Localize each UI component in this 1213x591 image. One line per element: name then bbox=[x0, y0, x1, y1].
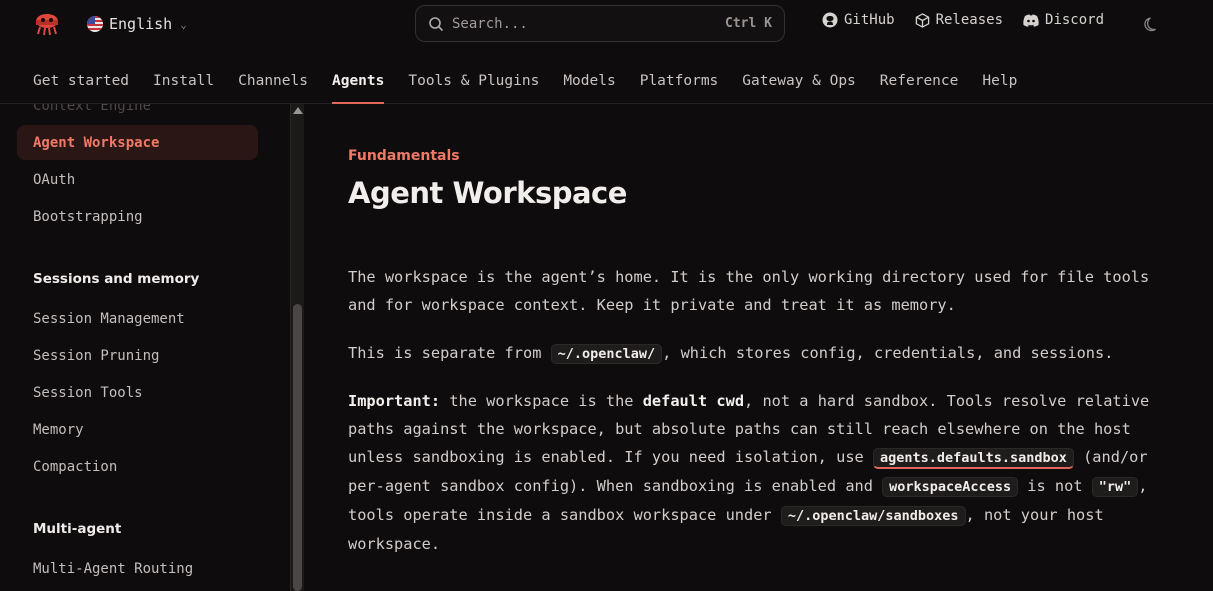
releases-link[interactable]: Releases bbox=[915, 12, 1003, 28]
sidebar-item-compaction[interactable]: Compaction bbox=[17, 449, 258, 484]
sidebar-item-context-engine[interactable]: Context Engine bbox=[17, 104, 258, 116]
tab-platforms[interactable]: Platforms bbox=[640, 58, 719, 104]
important-label: Important: bbox=[348, 392, 441, 410]
tab-install[interactable]: Install bbox=[153, 58, 214, 104]
sidebar-item-session-pruning[interactable]: Session Pruning bbox=[17, 338, 258, 373]
sidebar-item-memory[interactable]: Memory bbox=[17, 412, 258, 447]
scroll-up-arrow-icon[interactable] bbox=[293, 107, 303, 114]
tab-tools-plugins[interactable]: Tools & Plugins bbox=[408, 58, 539, 104]
releases-label: Releases bbox=[935, 12, 1004, 28]
section-tabs: Get started Install Channels Agents Tool… bbox=[33, 58, 1041, 104]
tab-channels[interactable]: Channels bbox=[238, 58, 308, 104]
search-shortcut: Ctrl K bbox=[725, 16, 772, 31]
tab-reference[interactable]: Reference bbox=[880, 58, 959, 104]
tab-help[interactable]: Help bbox=[982, 58, 1017, 104]
workspace-access-code: workspaceAccess bbox=[882, 477, 1019, 497]
sidebar-item-session-management[interactable]: Session Management bbox=[17, 301, 258, 336]
chevron-down-icon: ⌄ bbox=[180, 17, 187, 31]
search-icon bbox=[429, 16, 444, 31]
sidebar-group-sessions-memory: Sessions and memory bbox=[33, 271, 200, 287]
sidebar-item-oauth[interactable]: OAuth bbox=[17, 162, 258, 197]
tab-gateway-ops[interactable]: Gateway & Ops bbox=[742, 58, 856, 104]
default-cwd-bold: default cwd bbox=[642, 392, 745, 410]
sandboxes-dir-code: ~/.openclaw/sandboxes bbox=[780, 506, 966, 526]
sidebar: Context Engine Agent Workspace OAuth Boo… bbox=[0, 104, 290, 591]
sidebar-item-session-tools[interactable]: Session Tools bbox=[17, 375, 258, 410]
scrollbar-thumb[interactable] bbox=[293, 304, 302, 591]
discord-label: Discord bbox=[1045, 12, 1105, 28]
github-label: GitHub bbox=[844, 12, 895, 28]
search-box[interactable]: Search... Ctrl K bbox=[415, 5, 785, 42]
tab-get-started[interactable]: Get started bbox=[33, 58, 129, 104]
rw-code: "rw" bbox=[1091, 477, 1139, 497]
sandbox-config-link[interactable]: agents.defaults.sandbox bbox=[872, 448, 1074, 469]
sidebar-group-multi-agent: Multi-agent bbox=[33, 521, 122, 537]
moon-icon[interactable] bbox=[1143, 16, 1159, 32]
tab-agents[interactable]: Agents bbox=[331, 58, 385, 104]
sidebar-item-multi-agent-routing[interactable]: Multi-Agent Routing bbox=[17, 551, 258, 586]
tab-models[interactable]: Models bbox=[563, 58, 615, 104]
us-flag-icon bbox=[87, 16, 103, 32]
page-title: Agent Workspace bbox=[348, 176, 627, 210]
discord-link[interactable]: Discord bbox=[1023, 12, 1104, 28]
p2-text-before: This is separate from bbox=[348, 344, 551, 362]
search-placeholder: Search... bbox=[452, 15, 528, 32]
separate-paragraph: This is separate from ~/.openclaw/, whic… bbox=[348, 339, 1178, 368]
p2-text-after: , which stores config, credentials, and … bbox=[662, 344, 1114, 362]
p3-text-d: is not bbox=[1018, 477, 1092, 495]
intro-paragraph: The workspace is the agent’s home. It is… bbox=[348, 268, 1150, 314]
top-navigation: English ⌄ Search... Ctrl K GitHub Releas… bbox=[0, 0, 1213, 104]
language-selector[interactable]: English ⌄ bbox=[87, 12, 187, 36]
sidebar-item-agent-workspace[interactable]: Agent Workspace bbox=[17, 125, 258, 160]
main-content: Fundamentals Agent Workspace The workspa… bbox=[305, 104, 1213, 591]
language-label: English bbox=[109, 15, 173, 33]
sidebar-scrollbar[interactable] bbox=[290, 104, 304, 591]
openclaw-dir-code: ~/.openclaw/ bbox=[550, 344, 663, 364]
github-icon bbox=[822, 12, 838, 28]
important-paragraph: Important: the workspace is the default … bbox=[348, 387, 1178, 558]
section-eyebrow: Fundamentals bbox=[348, 148, 460, 164]
package-icon bbox=[915, 12, 929, 28]
p3-text-a: the workspace is the bbox=[440, 392, 643, 410]
sidebar-item-bootstrapping[interactable]: Bootstrapping bbox=[17, 199, 258, 234]
logo-icon[interactable] bbox=[33, 11, 61, 37]
github-link[interactable]: GitHub bbox=[822, 12, 895, 28]
discord-icon bbox=[1023, 14, 1039, 27]
